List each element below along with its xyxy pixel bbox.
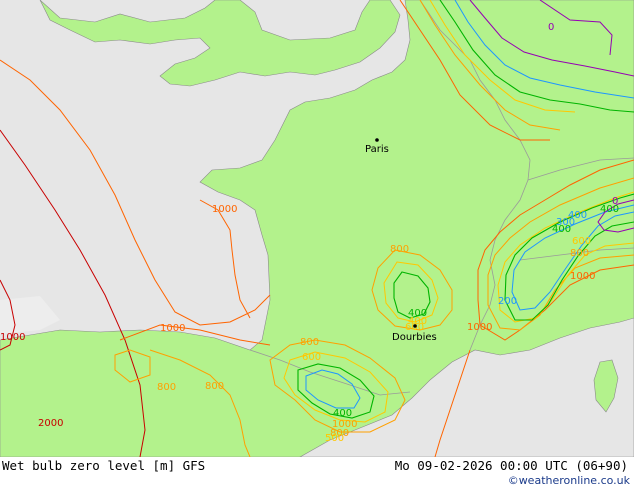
contour-label: 1000 (212, 204, 237, 215)
city-label: Paris (365, 144, 389, 155)
city-marker (413, 324, 417, 328)
city-marker (375, 138, 379, 142)
forecast-datetime: Mo 09-02-2026 00:00 UTC (06+90) (394, 458, 628, 473)
contour-label: 500 (325, 433, 344, 444)
contour-label: 1000 (570, 271, 595, 282)
map-footer: Wet bulb zero level [m] GFS Mo 09-02-202… (0, 457, 634, 490)
weather-map: 1000 1000 800 800 800 800 400 400 1000 1… (0, 0, 634, 457)
contour-label: 400 (333, 408, 352, 419)
contour-label: 1000 (332, 419, 357, 430)
contour-label: 800 (205, 381, 224, 392)
contour-label: 800 (390, 244, 409, 255)
contour-label: 2000 (38, 418, 63, 429)
credit-link[interactable]: ©weatheronline.co.uk (508, 474, 630, 487)
contour-label: 600 (572, 236, 591, 247)
contour-label: 800 (570, 248, 589, 259)
city-label: Dourbies (392, 332, 437, 343)
contour-label: 0 (612, 196, 618, 207)
contour-label: 800 (157, 382, 176, 393)
contour-label: 0 (548, 22, 554, 33)
contour-label: 200 (498, 296, 517, 307)
map-title: Wet bulb zero level [m] GFS (2, 458, 206, 473)
contour-label: 1000 (467, 322, 492, 333)
contour-label: 1000 (160, 323, 185, 334)
contour-label: 800 (300, 337, 319, 348)
contour-label: 600 (302, 352, 321, 363)
contour-label: 1000 (0, 332, 25, 343)
contour-label: 300 (556, 217, 575, 228)
